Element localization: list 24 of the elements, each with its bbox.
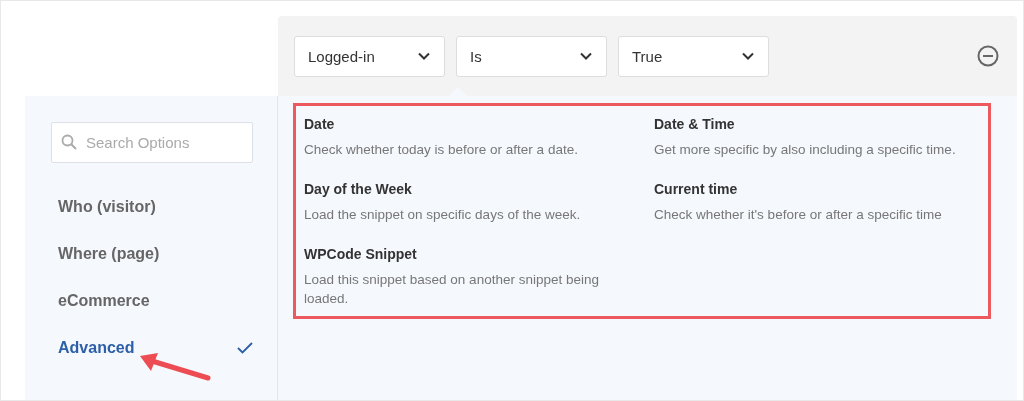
search-field[interactable]: Search Options [51, 122, 253, 163]
category-item[interactable]: eCommerce [58, 289, 253, 312]
condition-select[interactable]: Is [456, 35, 607, 77]
condition-select[interactable]: Logged-in [294, 35, 445, 77]
check-icon [237, 341, 253, 354]
option-description: Load this snippet based on another snippet being loaded. [304, 271, 600, 308]
option-description: Check whether it's before or after a specific time [654, 206, 943, 224]
option-title[interactable]: WPCode Snippet [304, 246, 654, 262]
chevron-down-icon [580, 52, 592, 60]
condition-select[interactable]: True [618, 35, 769, 77]
chevron-down-icon [742, 52, 754, 60]
category-item[interactable]: Where (page) [58, 242, 253, 265]
category-item[interactable]: Who (visitor) [58, 195, 253, 218]
option-title[interactable]: Day of the Week [304, 181, 654, 197]
option-title[interactable]: Date [304, 116, 654, 132]
option-description: Check whether today is before or after a date. [304, 141, 579, 159]
option-title[interactable]: Current time [654, 181, 980, 197]
remove-icon[interactable] [977, 45, 999, 67]
chevron-down-icon [418, 52, 430, 60]
option-description: Load the snippet on specific days of the week. [304, 206, 582, 224]
option-title[interactable]: Date & Time [654, 116, 980, 132]
option-description: Get more specific by also including a specific time. [654, 141, 957, 159]
search-icon [61, 134, 77, 150]
category-item[interactable]: Advanced [58, 336, 253, 359]
